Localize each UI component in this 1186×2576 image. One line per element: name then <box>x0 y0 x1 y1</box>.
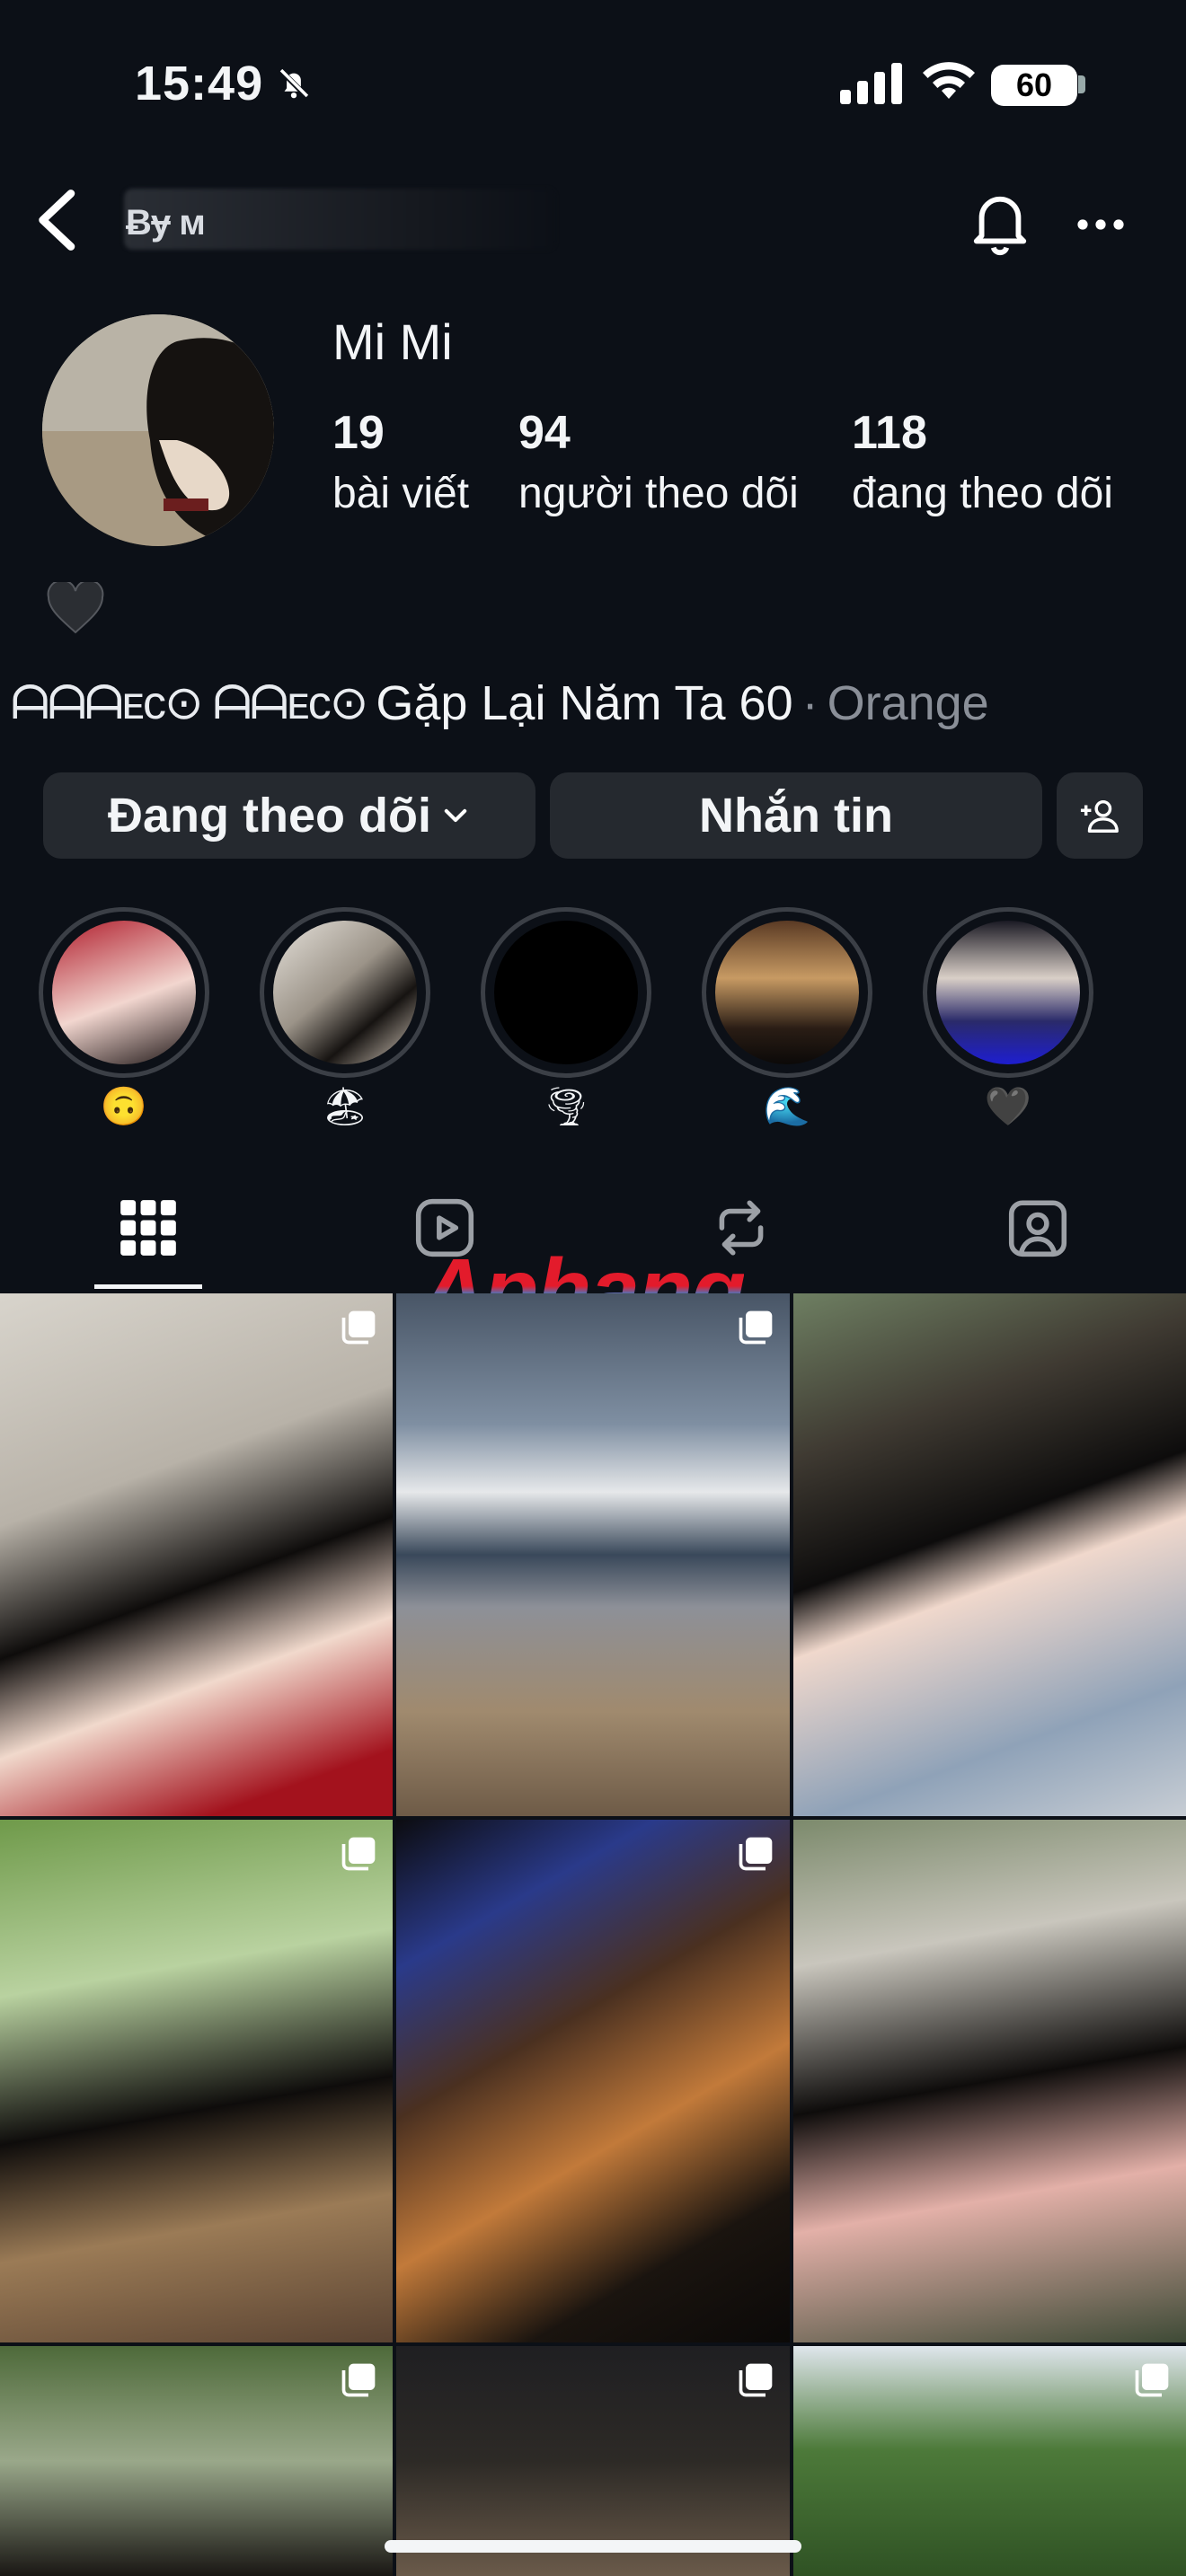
highlight-1[interactable] <box>39 907 209 1078</box>
display-name: Mi Mi <box>332 313 453 370</box>
post-6[interactable] <box>793 1820 1186 2342</box>
following-button[interactable]: Đang theo dõi <box>43 772 535 859</box>
message-button-label: Nhắn tin <box>699 789 893 842</box>
grid-icon[interactable] <box>115 1195 181 1261</box>
highlight-5[interactable] <box>923 907 1093 1078</box>
post-2[interactable] <box>396 1293 790 1816</box>
highlight-2[interactable] <box>260 907 430 1078</box>
post-3[interactable] <box>793 1293 1186 1816</box>
multi-photo-icon <box>739 1837 773 1871</box>
post-9[interactable] <box>793 2346 1186 2576</box>
suggest-people-button[interactable] <box>1057 772 1143 859</box>
cellular-signal-icon <box>840 63 902 104</box>
chevron-down-icon <box>444 808 467 823</box>
followers-count[interactable]: 94 <box>518 406 571 460</box>
post-1[interactable] <box>0 1293 393 1816</box>
more-options-icon[interactable] <box>1074 198 1128 251</box>
home-indicator <box>385 2540 801 2553</box>
profile-avatar[interactable] <box>42 314 274 546</box>
silent-bell-icon <box>278 67 310 100</box>
highlight-4[interactable] <box>702 907 872 1078</box>
highlight-4-label: 🌊 <box>763 1085 811 1127</box>
battery-tip <box>1078 75 1085 93</box>
status-time: 15:49 <box>135 57 264 110</box>
notification-bell-icon[interactable] <box>969 189 1031 257</box>
multi-photo-icon <box>739 1310 773 1345</box>
following-button-label: Đang theo dõi <box>108 789 431 842</box>
multi-photo-icon <box>341 1837 376 1871</box>
highlight-5-label: 🖤 <box>984 1085 1032 1127</box>
post-4[interactable] <box>0 1820 393 2342</box>
profile-music[interactable]: ᗩᗩᗩᴇᴄ⊙ ᗩᗩᴇᴄ⊙ Gặp Lại Năm Ta 60 · Orange <box>11 675 989 731</box>
post-5[interactable] <box>396 1820 790 2342</box>
music-decor-text: ᗩᗩᗩᴇᴄ⊙ ᗩᗩᴇᴄ⊙ <box>11 676 368 729</box>
username: Ƀɏ ᴍ <box>126 203 206 243</box>
wifi-icon <box>923 62 975 99</box>
active-tab-indicator <box>94 1284 202 1289</box>
battery-indicator: 60 <box>991 65 1077 106</box>
back-button[interactable] <box>27 184 90 256</box>
followers-label[interactable]: người theo dõi <box>518 469 799 518</box>
music-artist: Orange <box>827 676 989 730</box>
following-label[interactable]: đang theo dõi <box>852 469 1113 518</box>
highlight-2-label: 🏖 <box>321 1085 369 1127</box>
following-count[interactable]: 118 <box>852 406 927 460</box>
posts-label[interactable]: bài viết <box>332 469 469 518</box>
music-separator: · <box>801 676 819 730</box>
multi-photo-icon <box>341 1310 376 1345</box>
highlight-3-label: 🌪 <box>542 1085 590 1127</box>
posts-count[interactable]: 19 <box>332 406 385 460</box>
highlight-1-label: 🙃 <box>100 1085 148 1127</box>
multi-photo-icon <box>739 2363 773 2397</box>
post-7[interactable] <box>0 2346 393 2576</box>
message-button[interactable]: Nhắn tin <box>550 772 1042 859</box>
music-song-title: Gặp Lại Năm Ta 60 <box>376 676 793 730</box>
tagged-icon[interactable] <box>1005 1195 1071 1261</box>
multi-photo-icon <box>1135 2363 1169 2397</box>
add-person-icon <box>1080 799 1119 833</box>
black-heart-icon: 🖤 <box>47 582 104 634</box>
multi-photo-icon <box>341 2363 376 2397</box>
highlight-3[interactable] <box>481 907 651 1078</box>
